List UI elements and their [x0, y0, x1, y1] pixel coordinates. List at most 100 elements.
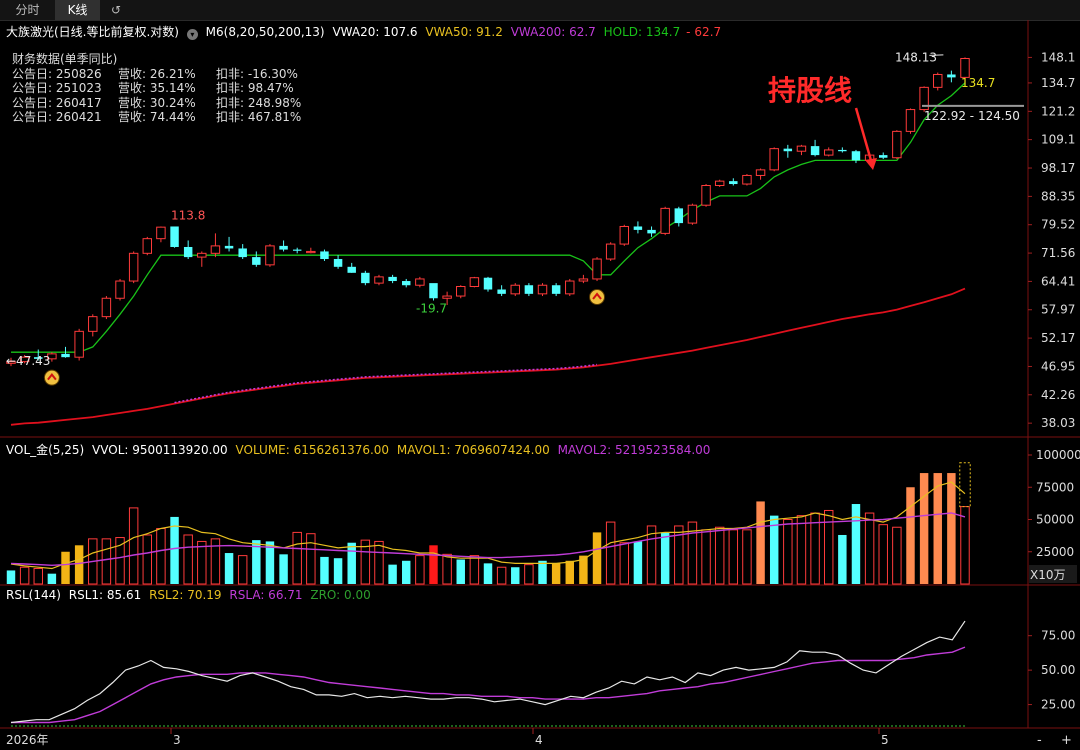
candle-body	[892, 130, 902, 159]
y-tick-label: 100000	[1036, 448, 1080, 462]
candle	[224, 236, 234, 252]
volume-bar	[660, 532, 670, 584]
y-tick-label: 88.35	[1041, 189, 1075, 203]
buy-signal-icon	[43, 369, 60, 386]
y-tick-label: 71.56	[1041, 246, 1075, 260]
candle	[183, 240, 193, 260]
y-tick-label: 75.00	[1041, 629, 1075, 643]
volume-bar	[538, 560, 547, 584]
y-tick-label: 57.97	[1041, 303, 1075, 317]
candle	[905, 108, 916, 134]
stock-chart[interactable]: 148.1 134.7 121.2 109.1 98.17 88.35 79.52 71.56…	[0, 0, 1080, 750]
volume-bar	[919, 473, 929, 584]
candle-body	[128, 252, 139, 282]
volume-bar	[619, 542, 630, 585]
volume-bar	[347, 542, 356, 584]
volume-bar	[947, 473, 956, 584]
candle-body	[115, 280, 125, 299]
candle	[933, 72, 943, 91]
candle-body	[156, 226, 166, 240]
volume-bar	[402, 560, 411, 584]
y-tick-label: 25000	[1036, 545, 1074, 559]
volume-bar	[292, 531, 302, 585]
buy-signal-icon	[589, 289, 606, 306]
candle-body	[361, 272, 370, 284]
x-axis-label: 4	[535, 733, 543, 747]
candle-body	[388, 276, 397, 282]
candle-body	[224, 245, 234, 249]
zoom-in-button: +	[1061, 733, 1072, 748]
candle	[892, 130, 902, 160]
candle	[674, 206, 684, 227]
candle	[729, 178, 738, 186]
candle-body	[660, 207, 670, 234]
candle-body	[755, 169, 766, 176]
candle	[469, 276, 480, 288]
candle	[128, 251, 139, 284]
volume-bar	[605, 521, 616, 585]
candle	[578, 274, 589, 284]
y-tick-label: 38.03	[1041, 416, 1075, 430]
candle	[497, 285, 506, 297]
volume-bar	[469, 555, 480, 585]
volume-bar	[237, 555, 248, 585]
candle-body	[469, 277, 480, 288]
candle-body	[605, 243, 616, 260]
volume-bar	[838, 534, 847, 584]
volume-bar	[183, 534, 193, 585]
volume-bar	[101, 538, 112, 585]
candle	[320, 249, 329, 261]
y-tick-label: 134.7	[1041, 76, 1075, 90]
y-tick-label: 25.00	[1041, 698, 1075, 712]
candle-body	[729, 181, 738, 185]
candle-body	[633, 226, 643, 230]
candle-body	[306, 250, 316, 254]
candle	[947, 70, 956, 83]
volume-bar	[878, 524, 888, 585]
volume-bar	[551, 563, 561, 584]
candle	[687, 203, 698, 225]
trough-price-label: -19.7	[416, 301, 447, 315]
candle-body	[796, 145, 807, 152]
vvol-box	[959, 462, 971, 508]
candle	[592, 257, 602, 282]
volume-bar	[714, 526, 725, 585]
y-tick-label: 79.52	[1041, 218, 1075, 232]
volume-bar	[6, 570, 16, 584]
candle	[306, 247, 316, 254]
volume-bar	[851, 504, 861, 584]
candle-body	[960, 58, 970, 78]
candle	[551, 283, 561, 297]
hold-price-label: 134.7	[961, 76, 995, 90]
candle	[88, 314, 98, 337]
candle-body	[101, 297, 112, 318]
volume-bar	[279, 554, 288, 584]
volume-bar	[592, 532, 602, 584]
y-tick-label: 52.17	[1041, 331, 1075, 345]
x-axis-label: 5	[881, 733, 889, 747]
low-price-label: ←47.43	[6, 354, 50, 368]
volume-bar	[115, 537, 125, 585]
candle-body	[701, 184, 711, 206]
candle-body	[142, 238, 153, 254]
candle-body	[238, 248, 247, 258]
candle-body	[252, 257, 261, 265]
candle	[510, 283, 520, 297]
y-tick-label: 42.26	[1041, 388, 1075, 402]
holdline-annotation: 持股线	[768, 74, 852, 107]
candle-body	[565, 280, 575, 295]
candle-body	[210, 245, 221, 254]
peak-price-label: 113.8	[171, 208, 205, 222]
candle	[415, 276, 425, 288]
candle-body	[456, 286, 466, 297]
volume-bar	[61, 551, 70, 584]
candle	[292, 247, 302, 254]
candle-body	[183, 246, 193, 258]
candle	[374, 274, 384, 286]
volume-bar	[728, 529, 739, 585]
candle	[197, 251, 207, 267]
candle-body	[442, 295, 452, 299]
candle-body	[497, 289, 506, 294]
mavol2-line	[10, 512, 966, 567]
candle	[115, 278, 125, 301]
